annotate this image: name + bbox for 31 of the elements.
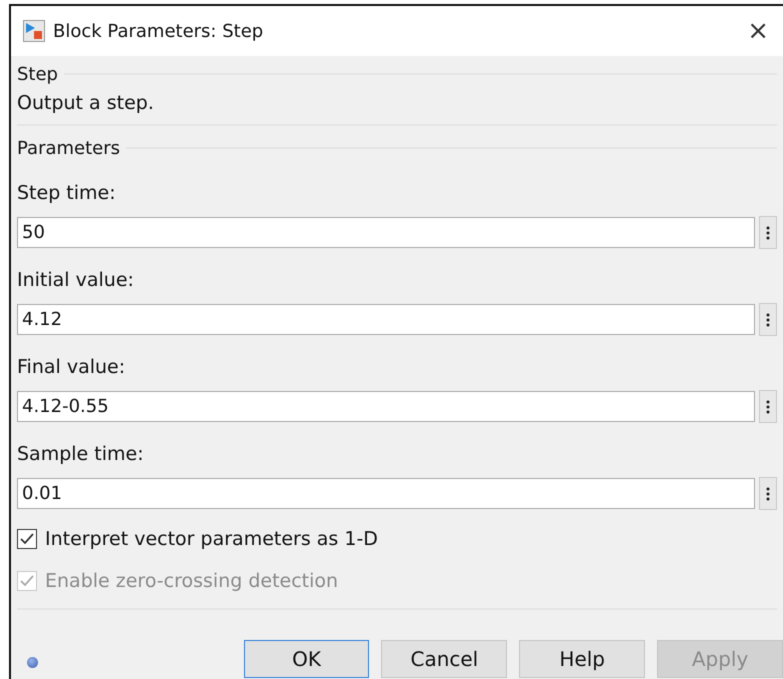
window-title: Block Parameters: Step [53, 20, 264, 42]
more-options-button[interactable] [759, 477, 777, 510]
field-label: Initial value: [17, 268, 135, 293]
block-description: Output a step. [17, 91, 155, 116]
checkbox-label: Enable zero-crossing detection [45, 570, 338, 592]
more-options-button[interactable] [759, 216, 777, 249]
check-icon [20, 533, 34, 545]
check-icon [20, 575, 34, 587]
group-label: Step [17, 64, 58, 84]
dialog-button[interactable]: Cancel [381, 640, 508, 678]
close-button[interactable]: × [733, 16, 783, 46]
block-icon [23, 20, 45, 42]
field-label: Step time: [17, 181, 117, 206]
input-field[interactable]: 0.01 [17, 478, 755, 509]
more-icon [766, 312, 770, 326]
more-options-button[interactable] [759, 390, 777, 423]
help-icon[interactable] [27, 657, 38, 668]
checkbox-label: Interpret vector parameters as 1-D [45, 528, 378, 550]
more-icon [766, 226, 770, 240]
checkbox[interactable] [17, 529, 37, 549]
input-field[interactable]: 4.12 [17, 304, 755, 335]
more-icon [766, 486, 770, 500]
input-field[interactable]: 4.12-0.55 [17, 391, 755, 422]
more-icon [766, 400, 770, 414]
input-field[interactable]: 50 [17, 217, 755, 248]
field-label: Final value: [17, 355, 126, 380]
dialog-button[interactable]: Help [519, 640, 646, 678]
dialog-button[interactable]: OK [244, 640, 370, 678]
field-label: Sample time: [17, 442, 145, 467]
more-options-button[interactable] [759, 303, 777, 336]
group-label: Parameters [17, 138, 120, 158]
